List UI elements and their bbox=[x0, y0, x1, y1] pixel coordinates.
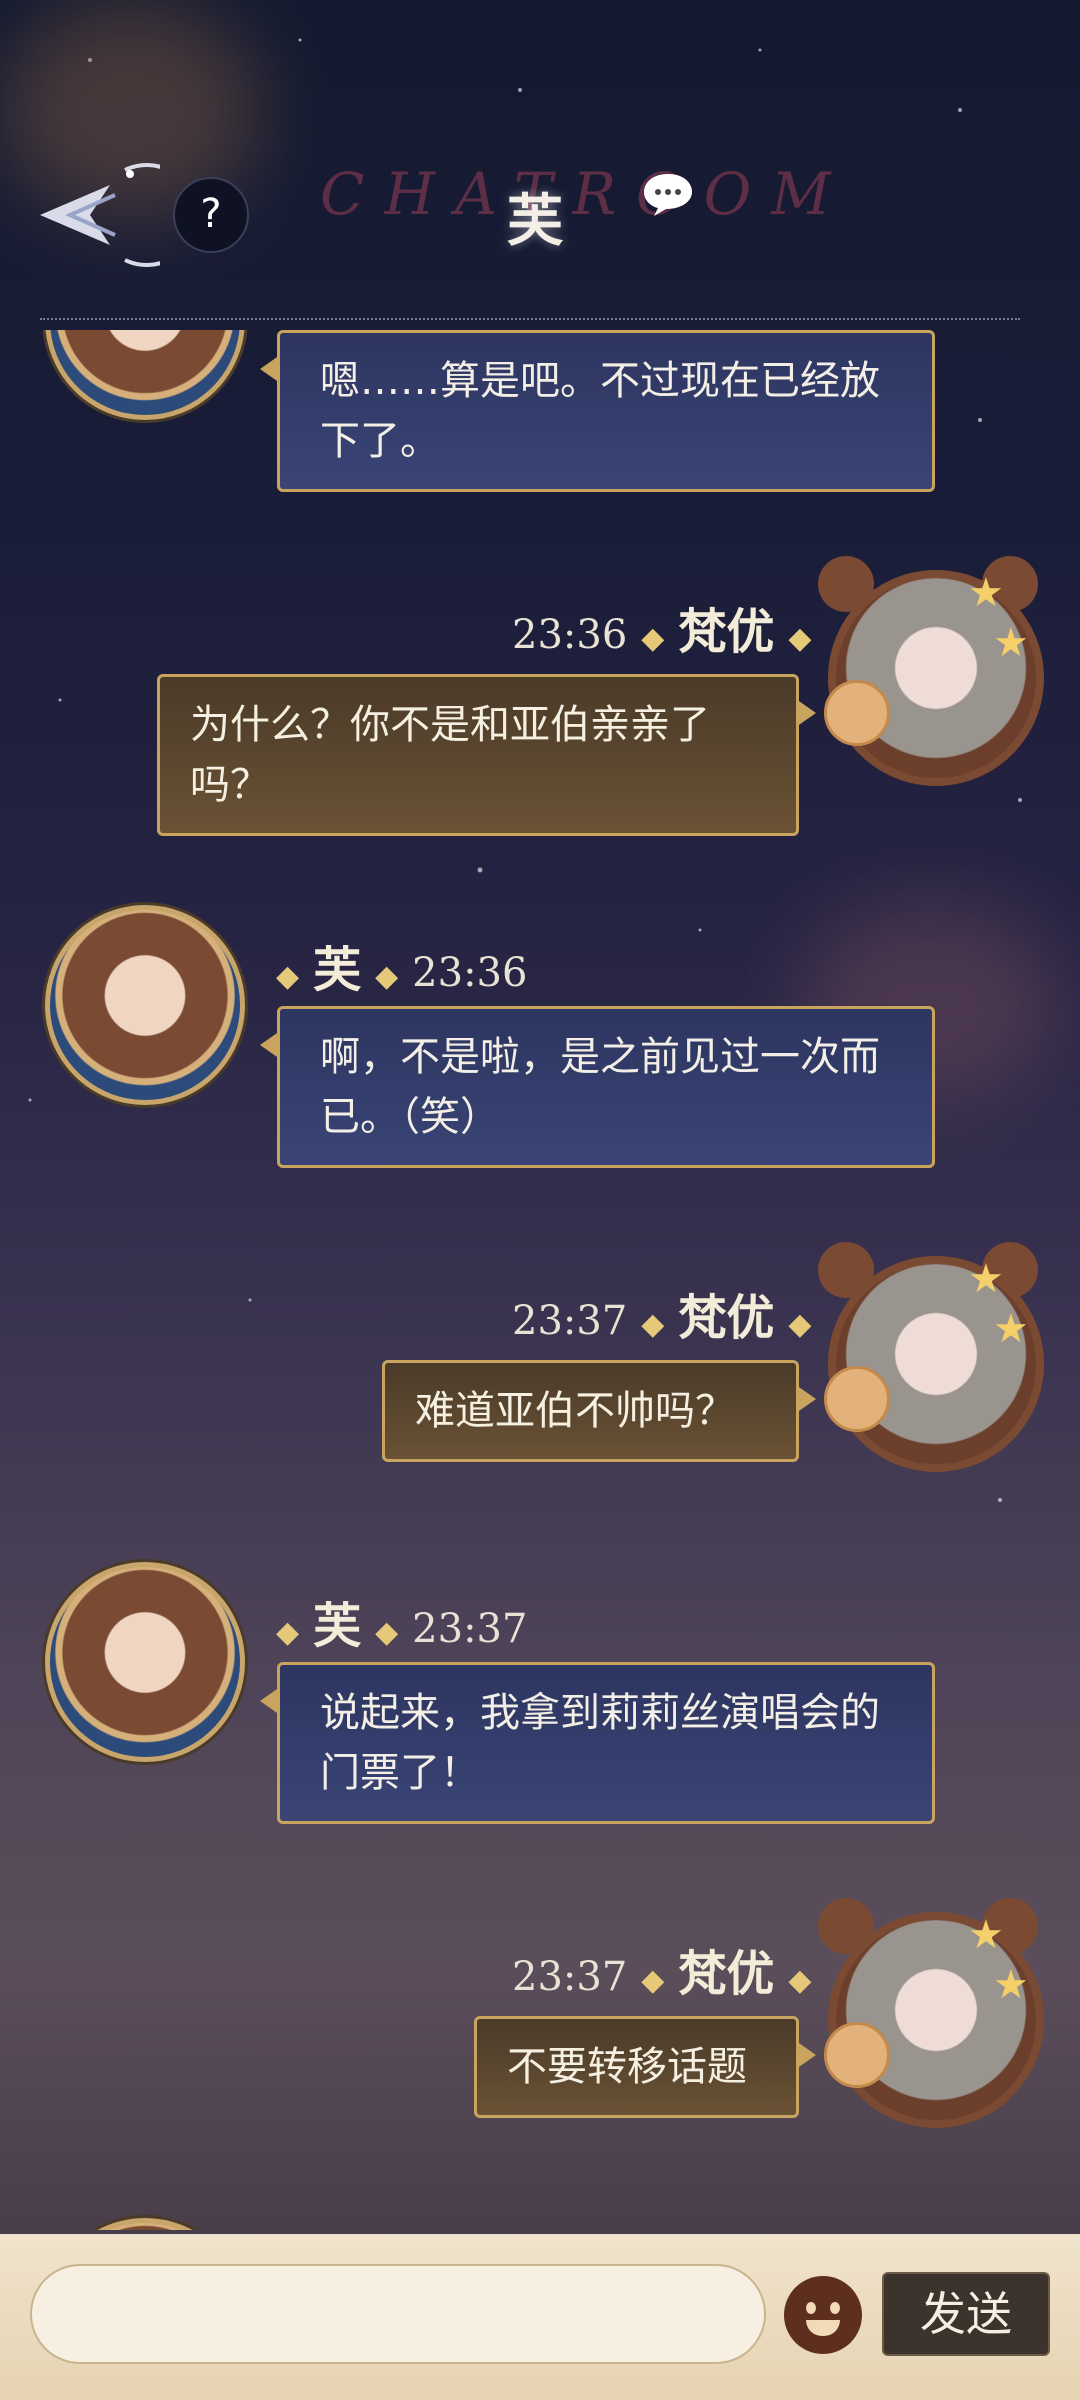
message-text: 说起来，我拿到莉莉丝演唱会的门票了！ bbox=[320, 1690, 880, 1796]
avatar-fu[interactable] bbox=[45, 1562, 245, 1762]
avatar-fu[interactable] bbox=[45, 330, 245, 420]
sender-name: 芙 bbox=[313, 942, 362, 998]
message-bubble-right[interactable]: 不要转移话题 bbox=[474, 2016, 816, 2118]
sender-name: 芙 bbox=[313, 1598, 362, 1654]
speech-bubble-icon bbox=[644, 174, 692, 216]
message-text: 为什么？你不是和亚伯亲亲了吗？ bbox=[190, 702, 710, 808]
avatar-fanyou[interactable]: ★ ★ bbox=[818, 550, 1044, 786]
sender-name: 梵优 bbox=[678, 1290, 775, 1346]
send-button[interactable]: 发送 bbox=[882, 2272, 1050, 2356]
message-meta-right: 23:37 ◆ 梵优 ◆ bbox=[512, 1946, 812, 2002]
header-divider bbox=[40, 318, 1020, 320]
message-text: 难道亚伯不帅吗？ bbox=[415, 1388, 735, 1434]
message-text: 啊，不是啦，是之前见过一次而已。（笑） bbox=[320, 1034, 880, 1140]
message-bubble-left[interactable]: 啊，不是啦，是之前见过一次而已。（笑） bbox=[260, 1006, 935, 1168]
chat-title: 芙 bbox=[507, 189, 563, 254]
message-meta-left: ◆ 芙 ◆ 23:37 bbox=[276, 1598, 528, 1654]
message-time: 23:36 bbox=[412, 950, 528, 996]
message-bubble-left[interactable]: 说起来，我拿到莉莉丝演唱会的门票了！ bbox=[260, 1662, 935, 1824]
message-bubble-right[interactable]: 难道亚伯不帅吗？ bbox=[382, 1360, 816, 1462]
emoji-icon[interactable] bbox=[784, 2276, 862, 2354]
message-text: 不要转移话题 bbox=[507, 2044, 747, 2090]
message-time: 23:37 bbox=[512, 1298, 628, 1344]
message-input[interactable] bbox=[30, 2264, 766, 2364]
help-button[interactable]: ? bbox=[173, 177, 249, 253]
avatar-fanyou[interactable]: ★ ★ bbox=[818, 1892, 1044, 2128]
chat-header: ? CHATROOM 芙 bbox=[0, 0, 1080, 330]
chat-message-list[interactable]: 嗯……算是吧。不过现在已经放下了。 23:36 ◆ 梵优 ◆ ★ ★ 为什么？你不是和亚… bbox=[0, 330, 1080, 2230]
message-text: 嗯……算是吧。不过现在已经放下了。 bbox=[320, 358, 880, 464]
avatar-fu[interactable] bbox=[45, 905, 245, 1105]
back-arrow-icon[interactable] bbox=[20, 160, 160, 270]
message-bubble-left[interactable]: 嗯……算是吧。不过现在已经放下了。 bbox=[260, 330, 935, 492]
message-meta-right: 23:36 ◆ 梵优 ◆ bbox=[512, 604, 812, 660]
avatar-fu[interactable] bbox=[45, 2218, 245, 2230]
message-input-bar: 发送 bbox=[0, 2234, 1080, 2400]
message-time: 23:37 bbox=[512, 1954, 628, 2000]
sender-name: 梵优 bbox=[678, 1946, 775, 2002]
avatar-fanyou[interactable]: ★ ★ bbox=[818, 1236, 1044, 1472]
message-meta-right: 23:37 ◆ 梵优 ◆ bbox=[512, 1290, 812, 1346]
message-meta-left: ◆ 芙 ◆ 23:36 bbox=[276, 942, 528, 998]
message-bubble-right[interactable]: 为什么？你不是和亚伯亲亲了吗？ bbox=[157, 674, 816, 836]
sender-name: 梵优 bbox=[678, 604, 775, 660]
message-time: 23:36 bbox=[512, 612, 628, 658]
message-time: 23:37 bbox=[412, 1606, 528, 1652]
